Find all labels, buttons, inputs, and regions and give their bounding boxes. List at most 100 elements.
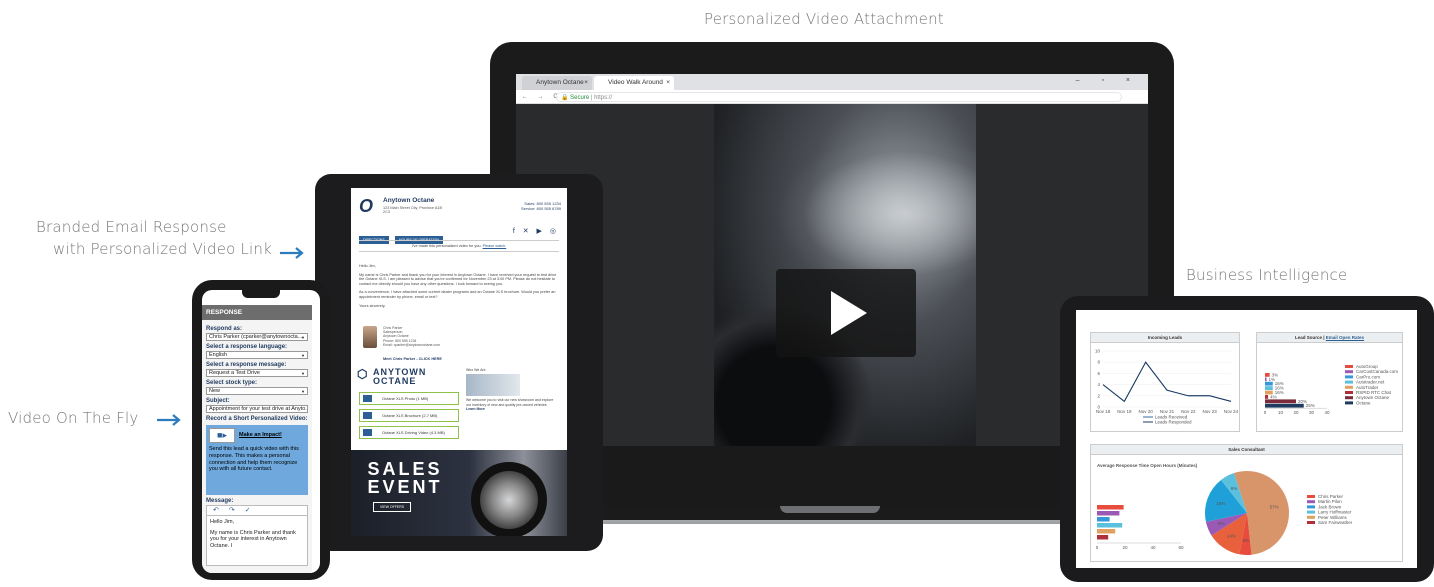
attachment-links: Octane XLS Photo (1 MB) Octane XLS Broch… [359,392,459,443]
subject-input[interactable]: Appointment for your test drive at Anyto… [206,405,308,413]
browser-tab-1[interactable]: Anytown Octane × [522,76,592,90]
video-note-text: I've made this personalized video for yo… [411,244,482,248]
tablet-device: O Anytown Octane 123 Main Street City, P… [315,174,603,551]
bi-dashboard: Incoming Leads 0 2 4 6 8 10 Nov 18 Nov 19 Nov 20… [1076,310,1417,568]
dealer-phones: Sales: 800 555 1234 Service: 800 555 678… [491,201,561,211]
learn-more-link[interactable]: Learn More [466,407,485,411]
email-preview: O Anytown Octane 123 Main Street City, P… [351,188,567,536]
y-tick-label: 6 [1097,371,1100,376]
play-icon[interactable] [776,269,916,357]
x-tick-label: Nov 22 [1181,409,1196,414]
incoming-leads-title: Incoming Leads [1091,333,1239,343]
x-tick-label: 20 [1293,410,1299,415]
attachment-link[interactable]: Octane XLS Driving Video (4.3 MB) [359,426,459,439]
video-player[interactable] [516,104,1148,508]
sales-consultant-title: Sales Consultant [1091,445,1402,455]
spellcheck-icon[interactable]: ✓ [245,507,261,514]
meet-link[interactable]: Meet Chris Parker - CLICK HERE [383,357,442,361]
message-label: Select a response message: [206,362,287,368]
brand-wordmark: ⬡ ANYTOWN OCTANE [357,367,426,386]
legend-label: Sam Fairweather [1318,520,1353,525]
laptop-notch [780,506,880,513]
series-line-2 [1102,361,1232,403]
response-header: RESPONSE [202,305,312,320]
bar [1097,529,1116,534]
dealer-logo-icon: O [359,196,374,216]
sig-email: Email: cparker@anytownoctane.com [383,342,441,347]
email-greeting: Hello Jim, [359,264,376,268]
message-textarea[interactable]: Hello Jim, My name is Chris Parker and t… [206,516,308,566]
data-label: 4% [1270,394,1277,399]
url-field[interactable]: 🔒 Secure | https:// [556,92,1122,102]
undo-icon[interactable]: ↶ [213,507,229,514]
msg-greeting: Hello Jim, [210,519,235,525]
stock-select[interactable]: New [206,387,308,395]
dealer-name: Anytown Octane [383,197,435,204]
redo-icon[interactable]: ↷ [229,507,245,514]
legend-swatch [1345,365,1353,368]
close-icon[interactable]: × [666,76,670,90]
message-toolbar: ↶↷✓ [206,505,308,516]
sales-event-title: SALES EVENT [365,460,445,496]
caption-business-intelligence: Business Intelligence [1186,266,1348,284]
caption-branded-email-line2: with Personalized Video Link [52,240,272,258]
x-tick-label: Nov 21 [1160,409,1175,414]
attachment-link[interactable]: Octane XLS Photo (1 MB) [359,392,459,405]
dealer-address: 123 Main Street City, Province A1B 2C3 [383,206,443,215]
legend-swatch [1345,380,1353,384]
incoming-leads-chart: 0246810Nov 18 Nov 19 Nov 20 Nov 21 Nov 22 Nov… [1095,349,1239,425]
phone-notch [242,290,280,298]
bar [1097,523,1123,528]
sales-consultant-panel: Sales Consultant Average Response Time O… [1090,444,1403,562]
address-bar: ← → C 🔒 Secure | https:// [516,90,1148,104]
legend-swatch [1345,385,1353,389]
pie-label: 5% [1243,538,1250,543]
arrow-right-icon [278,246,306,260]
bar [1097,517,1110,522]
attachment-link[interactable]: Octane XLS Brochure (2.7 MB) [359,409,459,422]
bar [1265,377,1267,382]
sales-event-banner[interactable]: SALES EVENT VIEW OFFERS [351,450,567,536]
legend-swatch [1345,391,1353,394]
wheel-image [471,462,547,536]
record-video-panel: ■▸ Make an Impact! Send this lead a quick… [206,425,308,495]
video-camera-icon[interactable]: ■▸ [209,428,235,443]
watch-video-link[interactable]: Please watch. [483,244,507,248]
x-tick-label: Nov 24 [1224,409,1239,414]
close-icon[interactable]: × [584,76,588,90]
social-icons[interactable]: f ✕ ▶ ◎ [513,227,559,235]
y-tick-label: 10 [1095,349,1101,354]
y-tick-label: 4 [1097,382,1100,387]
banner-line-1: SALES [367,459,443,479]
phone-device: RESPONSE Respond as: Chris Parker (cpark… [192,280,330,580]
bar [1265,395,1269,399]
signature-text: Chris Parker Salesperson Anytown Octane … [383,326,463,347]
email-open-rates-link[interactable]: Email Open Rates [1326,335,1364,340]
hexagon-logo-icon: ⬡ [357,367,369,381]
series-line-1 [1102,361,1232,403]
respond-as-select[interactable]: Chris Parker (cparker@anytownocta... [206,333,308,341]
email-para-1: My name is Chris Parker and thank you fo… [359,272,557,286]
arrow-right-icon [155,413,183,427]
window-controls[interactable]: – ▫ × [1076,77,1140,84]
bar [1097,535,1109,540]
legend-swatch [1307,495,1315,498]
message-select[interactable]: Request a Test Drive [206,369,308,377]
language-select[interactable]: English [206,351,308,359]
browser-tab-2[interactable]: Video Walk Around × [594,76,674,90]
lead-source-title: Lead Source | Email Open Rates [1257,333,1402,343]
x-tick-label: 10 [1278,410,1284,415]
x-tick-label: 40 [1324,410,1330,415]
make-impact-link[interactable]: Make an Impact! [239,432,282,439]
language-label: Select a response language: [206,344,288,350]
x-tick-label: 30 [1309,410,1315,415]
bar [1265,403,1304,408]
view-offers-button[interactable]: VIEW OFFERS [373,502,412,512]
legend-swatch [1307,500,1315,504]
bar [1097,511,1120,516]
x-tick-label: 40 [1150,545,1156,550]
legend-swatch [1307,505,1315,509]
video-letterbox [516,446,1148,508]
y-tick-label: 8 [1097,360,1100,365]
incoming-leads-panel: Incoming Leads 0 2 4 6 8 10 Nov 18 Nov 19 Nov 20… [1090,332,1240,432]
